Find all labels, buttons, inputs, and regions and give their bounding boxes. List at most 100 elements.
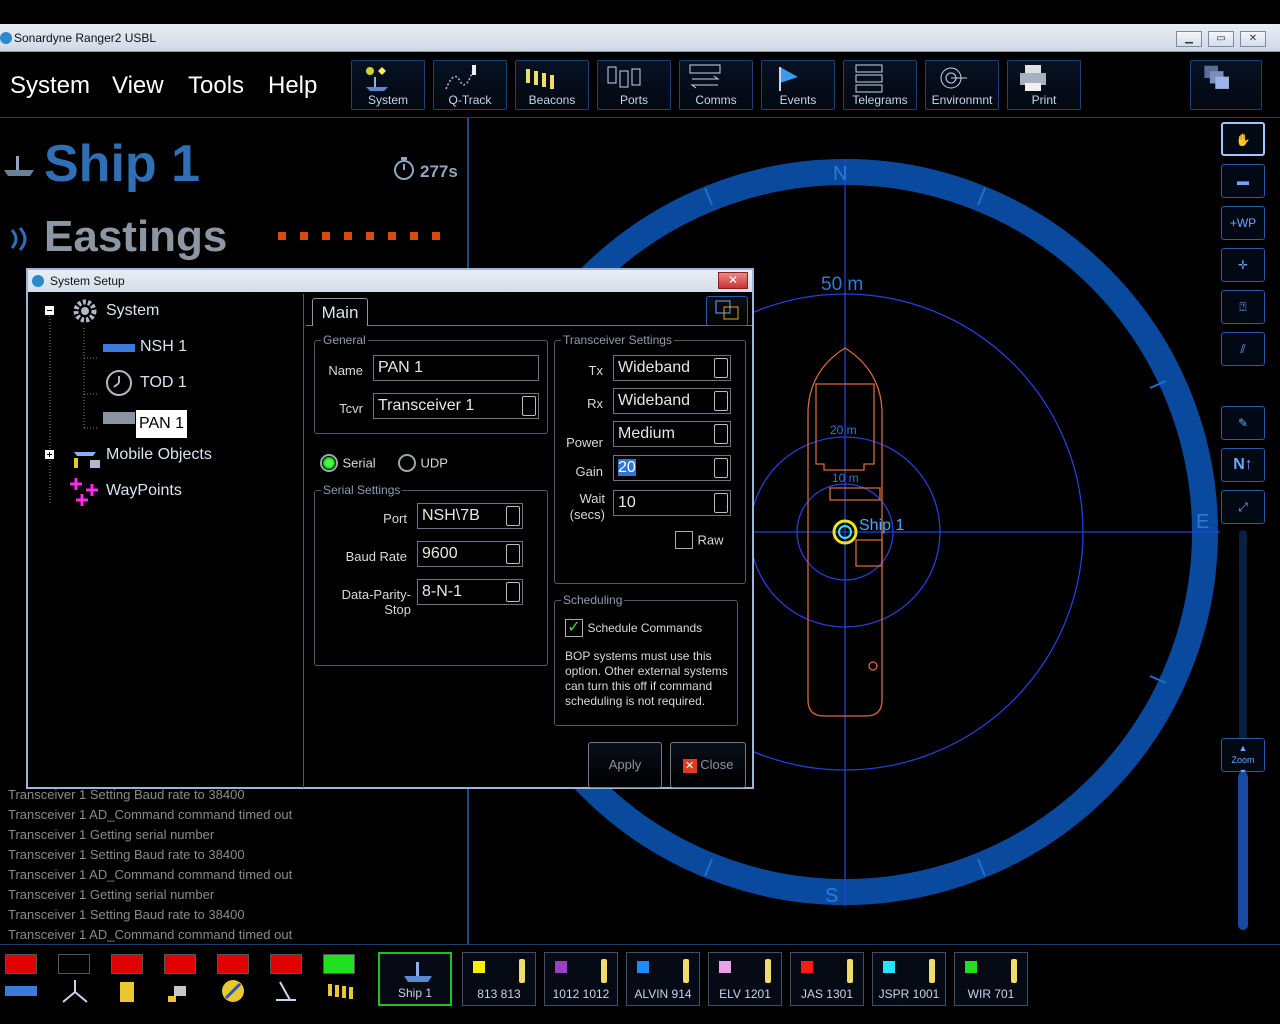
wait-value: 10 — [618, 494, 636, 511]
minimize-button[interactable]: ▁ — [1176, 31, 1202, 47]
log-line: Transceiver 1 Getting serial number — [8, 887, 215, 902]
window-layout-button[interactable] — [1190, 60, 1262, 110]
close-button[interactable]: ✕ Close — [670, 742, 746, 788]
beacon-name: Ship 1 — [397, 986, 433, 1000]
beacon-tile[interactable]: ELV 1201 — [708, 952, 782, 1006]
transponder-icon — [1011, 959, 1017, 983]
ship-icon — [4, 156, 34, 176]
tx-select[interactable]: Wideband — [613, 355, 731, 381]
east-label: E — [1196, 511, 1209, 533]
grid-button[interactable]: ⫽ — [1221, 332, 1265, 366]
window-title: Sonardyne Ranger2 USBL — [14, 30, 157, 45]
log-line: Transceiver 1 AD_Command command timed o… — [8, 807, 293, 822]
zoom-slider-fill[interactable] — [1238, 772, 1248, 930]
notes-button[interactable]: ✎ — [1221, 406, 1265, 440]
status-led-gps[interactable] — [164, 954, 196, 974]
telegrams-icon — [855, 64, 883, 93]
beacons-status-icon — [328, 984, 353, 999]
tcvr-select[interactable]: Transceiver 1 — [373, 393, 539, 419]
beacon-name: 813 813 — [477, 987, 521, 1001]
north-up-button[interactable]: N↑ — [1221, 448, 1265, 482]
tree-item-tod[interactable]: TOD 1 — [140, 374, 187, 392]
beacon-tile[interactable]: WIR 701 — [954, 952, 1028, 1006]
status-led-port[interactable] — [5, 954, 37, 974]
toolbar-ports-button[interactable]: Ports — [597, 60, 671, 110]
tree-item-mobile-objects[interactable]: Mobile Objects — [106, 446, 212, 464]
window-close-button[interactable]: ✕ — [1240, 31, 1266, 47]
measure-button[interactable]: ▬ — [1221, 164, 1265, 198]
menu-view[interactable]: View — [112, 72, 164, 100]
gain-spinbox[interactable]: 20 — [613, 455, 731, 481]
ship-position-label: Ship 1 — [859, 517, 904, 534]
beacon-color-swatch — [965, 961, 977, 973]
dialog-close-x-button[interactable]: ✕ — [718, 272, 748, 289]
radio-serial[interactable]: Serial — [320, 454, 376, 472]
power-select[interactable]: Medium — [613, 421, 731, 447]
port-select[interactable]: NSH\7B — [417, 503, 523, 529]
dropdown-arrow-icon — [506, 506, 520, 526]
toolbar-comms-button[interactable]: Comms — [679, 60, 753, 110]
tree-item-pan[interactable]: PAN 1 — [136, 410, 188, 438]
beacon-color-swatch — [637, 961, 649, 973]
status-led-motion[interactable] — [58, 954, 90, 974]
schedule-commands-checkbox[interactable]: ✓ Schedule Commands — [565, 619, 702, 637]
fit-view-button[interactable]: ⤢ — [1221, 490, 1265, 524]
add-waypoint-button[interactable]: +WP — [1221, 206, 1265, 240]
port-label: Port — [383, 511, 407, 526]
zoom-control[interactable]: ▲Zoom▼ — [1221, 738, 1265, 777]
gear-icon — [73, 299, 97, 323]
status-led-beacons[interactable] — [323, 954, 355, 974]
data-parity-stop-select[interactable]: 8-N-1 — [417, 579, 523, 605]
menu-system[interactable]: System — [10, 72, 90, 100]
toolbar-system-button[interactable]: System — [351, 60, 425, 110]
toolbar-print-button[interactable]: Print — [1007, 60, 1081, 110]
clock-icon — [106, 370, 132, 396]
name-input[interactable]: PAN 1 — [373, 355, 539, 381]
transponder-icon — [601, 959, 607, 983]
beacon-tile[interactable]: 1012 1012 — [544, 952, 618, 1006]
tab-main[interactable]: Main — [312, 298, 368, 326]
baud-rate-select[interactable]: 9600 — [417, 541, 523, 567]
beacon-name: ELV 1201 — [719, 987, 771, 1001]
apply-button[interactable]: Apply — [588, 742, 662, 788]
beacon-color-swatch — [473, 961, 485, 973]
status-led-compass[interactable] — [217, 954, 249, 974]
dialog-dock-button[interactable] — [706, 296, 748, 326]
beacon-tile[interactable]: ALVIN 914 — [626, 952, 700, 1006]
pan-hand-button[interactable]: ✋ — [1221, 122, 1265, 156]
beacon-tile[interactable]: JAS 1301 — [790, 952, 864, 1006]
center-button[interactable]: ✛ — [1221, 248, 1265, 282]
toolbar-environment-button[interactable]: Environmnt — [925, 60, 999, 110]
status-led-vru[interactable] — [270, 954, 302, 974]
query-icon: ⍰ — [1239, 300, 1247, 314]
beacon-tile[interactable]: JSPR 1001 — [872, 952, 946, 1006]
timer-value: 277s — [420, 162, 458, 181]
toolbar-environment-label: Environmnt — [931, 93, 993, 107]
toolbar-qtrack-label: Q-Track — [448, 93, 492, 107]
desktop-strip — [0, 0, 1280, 24]
signal-icon — [10, 226, 27, 252]
wait-spinbox[interactable]: 10 — [613, 490, 731, 516]
beacon-name: 1012 1012 — [552, 987, 610, 1001]
tree-item-nsh[interactable]: NSH 1 — [140, 338, 187, 356]
toolbar-events-button[interactable]: Events — [761, 60, 835, 110]
radio-udp[interactable]: UDP — [398, 454, 448, 472]
stopwatch-icon — [394, 157, 414, 180]
toolbar-beacons-button[interactable]: Beacons — [515, 60, 589, 110]
tree-item-system[interactable]: System — [106, 302, 159, 320]
query-button[interactable]: ⍰ — [1221, 290, 1265, 324]
comms-icon — [689, 64, 721, 89]
beacon-tile[interactable]: 813 813 — [462, 952, 536, 1006]
tree-item-waypoints[interactable]: WayPoints — [106, 482, 182, 500]
toolbar-qtrack-button[interactable]: Q-Track — [433, 60, 507, 110]
close-icon: ✕ — [727, 273, 739, 287]
toolbar-telegrams-button[interactable]: Telegrams — [843, 60, 917, 110]
menu-tools[interactable]: Tools — [188, 72, 244, 100]
menu-help[interactable]: Help — [268, 72, 317, 100]
raw-checkbox[interactable]: Raw — [675, 531, 723, 549]
maximize-button[interactable]: ▭ — [1208, 31, 1234, 47]
rx-select[interactable]: Wideband — [613, 388, 731, 414]
range-label-inner: 10 m — [832, 471, 859, 485]
status-led-battery[interactable] — [111, 954, 143, 974]
beacon-tile-ship[interactable]: Ship 1 — [378, 952, 452, 1006]
